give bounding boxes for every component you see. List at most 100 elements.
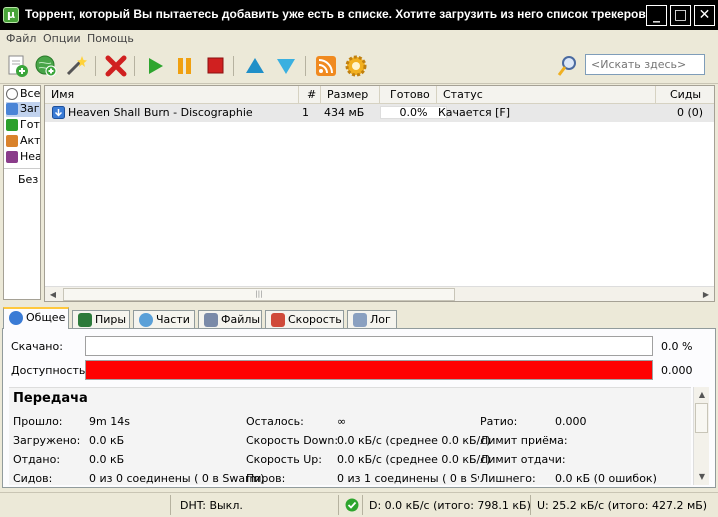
seeds-label: Сидов:	[13, 472, 53, 485]
tab-label: Общее	[26, 311, 66, 324]
upload-speed-value: 0.0 кБ/с (среднее 0.0 кБ/с)	[337, 453, 491, 466]
sidebar-item-no-label[interactable]: Без	[18, 173, 38, 186]
tab-general[interactable]: Общее	[3, 307, 69, 329]
torrent-name: Heaven Shall Burn - Discographie	[68, 106, 253, 119]
peers-label: Пиров:	[246, 472, 286, 485]
table-row[interactable]: Heaven Shall Burn - Discographie 1 434 м…	[45, 104, 714, 122]
files-icon	[204, 313, 218, 327]
download-arrow-icon	[52, 106, 65, 119]
sidebar-item-downloading[interactable]: Загр	[6, 102, 40, 117]
menu-options[interactable]: Опции	[43, 32, 81, 45]
add-torrent-icon[interactable]	[4, 53, 30, 79]
torrent-progress: 0.0%	[380, 106, 447, 119]
remove-icon[interactable]	[103, 53, 129, 79]
active-icon	[6, 135, 18, 147]
torrent-number: 1	[302, 106, 309, 119]
torrent-size: 434 мБ	[324, 106, 365, 119]
download-speed-label: Скорость Down:	[246, 434, 339, 447]
downloaded-total-label: Загружено:	[13, 434, 81, 447]
sidebar-divider	[4, 168, 40, 169]
menu-file[interactable]: Файл	[6, 32, 36, 45]
remaining-label: Осталось:	[246, 415, 304, 428]
scroll-thumb[interactable]	[695, 403, 708, 433]
maximize-button[interactable]: □	[670, 5, 691, 26]
vertical-scrollbar[interactable]: ▲ ▼	[693, 387, 709, 485]
add-url-icon[interactable]	[33, 53, 59, 79]
move-down-icon[interactable]	[273, 53, 299, 79]
category-sidebar: Все Загр Гото Акт Неа Без	[3, 85, 41, 300]
transfer-heading: Передача	[13, 391, 88, 406]
pause-icon[interactable]	[172, 53, 198, 79]
torrent-list: Имя # Размер Готово Статус Сиды Heaven S…	[44, 85, 715, 302]
close-button[interactable]: ✕	[694, 5, 715, 26]
scroll-left-icon[interactable]: ◀	[45, 287, 61, 302]
network-ok-icon	[345, 498, 359, 512]
downloaded-value: 0.0 %	[661, 340, 693, 353]
column-status[interactable]: Статус	[437, 86, 656, 104]
general-panel: Скачано: 0.0 % Доступность: 0.000 Переда…	[2, 328, 716, 488]
column-number[interactable]: #	[299, 86, 321, 104]
downloading-icon	[6, 103, 18, 115]
elapsed-label: Прошло:	[13, 415, 63, 428]
availability-value: 0.000	[661, 364, 693, 377]
detail-tabs: Общее Пиры Части Файлы Скорость Лог	[0, 307, 718, 329]
column-seeds[interactable]: Сиды	[656, 86, 714, 104]
torrent-status: Качается [F]	[438, 106, 511, 119]
download-limit-label: Лимит приёма:	[480, 434, 568, 447]
tab-pieces[interactable]: Части	[133, 310, 195, 329]
scroll-down-icon[interactable]: ▼	[694, 469, 710, 484]
column-done[interactable]: Готово	[380, 86, 437, 104]
torrent-seeds: 0 (0)	[677, 106, 704, 119]
stop-icon[interactable]	[202, 53, 228, 79]
column-name[interactable]: Имя	[45, 86, 299, 104]
ratio-value: 0.000	[555, 415, 587, 428]
scroll-up-icon[interactable]: ▲	[694, 387, 710, 402]
title-bar: µ Торрент, который Вы пытаетесь добавить…	[0, 0, 718, 30]
tab-label: Скорость	[288, 313, 342, 326]
seeds-value: 0 из 0 соединены ( 0 в Swarm)	[89, 472, 265, 485]
remaining-value: ∞	[337, 415, 347, 428]
window-title: Торрент, который Вы пытаетесь добавить у…	[25, 7, 654, 21]
sidebar-item-active[interactable]: Акт	[6, 134, 41, 149]
tab-files[interactable]: Файлы	[198, 310, 262, 329]
search-input[interactable]	[585, 54, 705, 75]
log-icon	[353, 313, 367, 327]
download-speed-value: 0.0 кБ/с (среднее 0.0 кБ/с)	[337, 434, 491, 447]
wasted-value: 0.0 кБ (0 ошибок)	[555, 472, 657, 485]
all-icon	[6, 88, 18, 100]
wasted-label: Лишнего:	[480, 472, 536, 485]
tab-peers[interactable]: Пиры	[72, 310, 130, 329]
downloaded-bar	[85, 336, 653, 356]
start-icon[interactable]	[142, 53, 168, 79]
uploaded-label: Отдано:	[13, 453, 61, 466]
tab-speed[interactable]: Скорость	[265, 310, 344, 329]
column-size[interactable]: Размер	[321, 86, 380, 104]
scroll-right-icon[interactable]: ▶	[698, 287, 714, 302]
minimize-button[interactable]: _	[646, 5, 667, 26]
sidebar-item-all[interactable]: Все	[6, 87, 41, 102]
sidebar-item-completed[interactable]: Гото	[6, 118, 40, 133]
ratio-label: Ратио:	[480, 415, 518, 428]
horizontal-scrollbar[interactable]: ◀ ||| ▶	[45, 286, 714, 301]
app-icon: µ	[3, 7, 19, 23]
rss-icon[interactable]	[313, 53, 339, 79]
sidebar-item-label: Все	[20, 87, 41, 100]
scroll-thumb[interactable]: |||	[63, 288, 455, 301]
tab-label: Части	[156, 313, 190, 326]
tab-label: Пиры	[95, 313, 127, 326]
search-icon[interactable]	[555, 53, 581, 79]
move-up-icon[interactable]	[242, 53, 268, 79]
info-icon	[9, 311, 23, 325]
tab-log[interactable]: Лог	[347, 310, 397, 329]
sidebar-item-label: Акт	[20, 134, 41, 147]
dht-status: DHT: Выкл.	[180, 499, 243, 512]
settings-icon[interactable]	[343, 53, 369, 79]
downloaded-label: Скачано:	[11, 340, 63, 353]
tab-label: Лог	[370, 313, 391, 326]
completed-icon	[6, 119, 18, 131]
sidebar-item-inactive[interactable]: Неа	[6, 150, 40, 165]
sidebar-item-label: Загр	[20, 102, 40, 115]
menu-help[interactable]: Помощь	[87, 32, 134, 45]
create-torrent-icon[interactable]	[63, 53, 89, 79]
peers-icon	[78, 313, 92, 327]
